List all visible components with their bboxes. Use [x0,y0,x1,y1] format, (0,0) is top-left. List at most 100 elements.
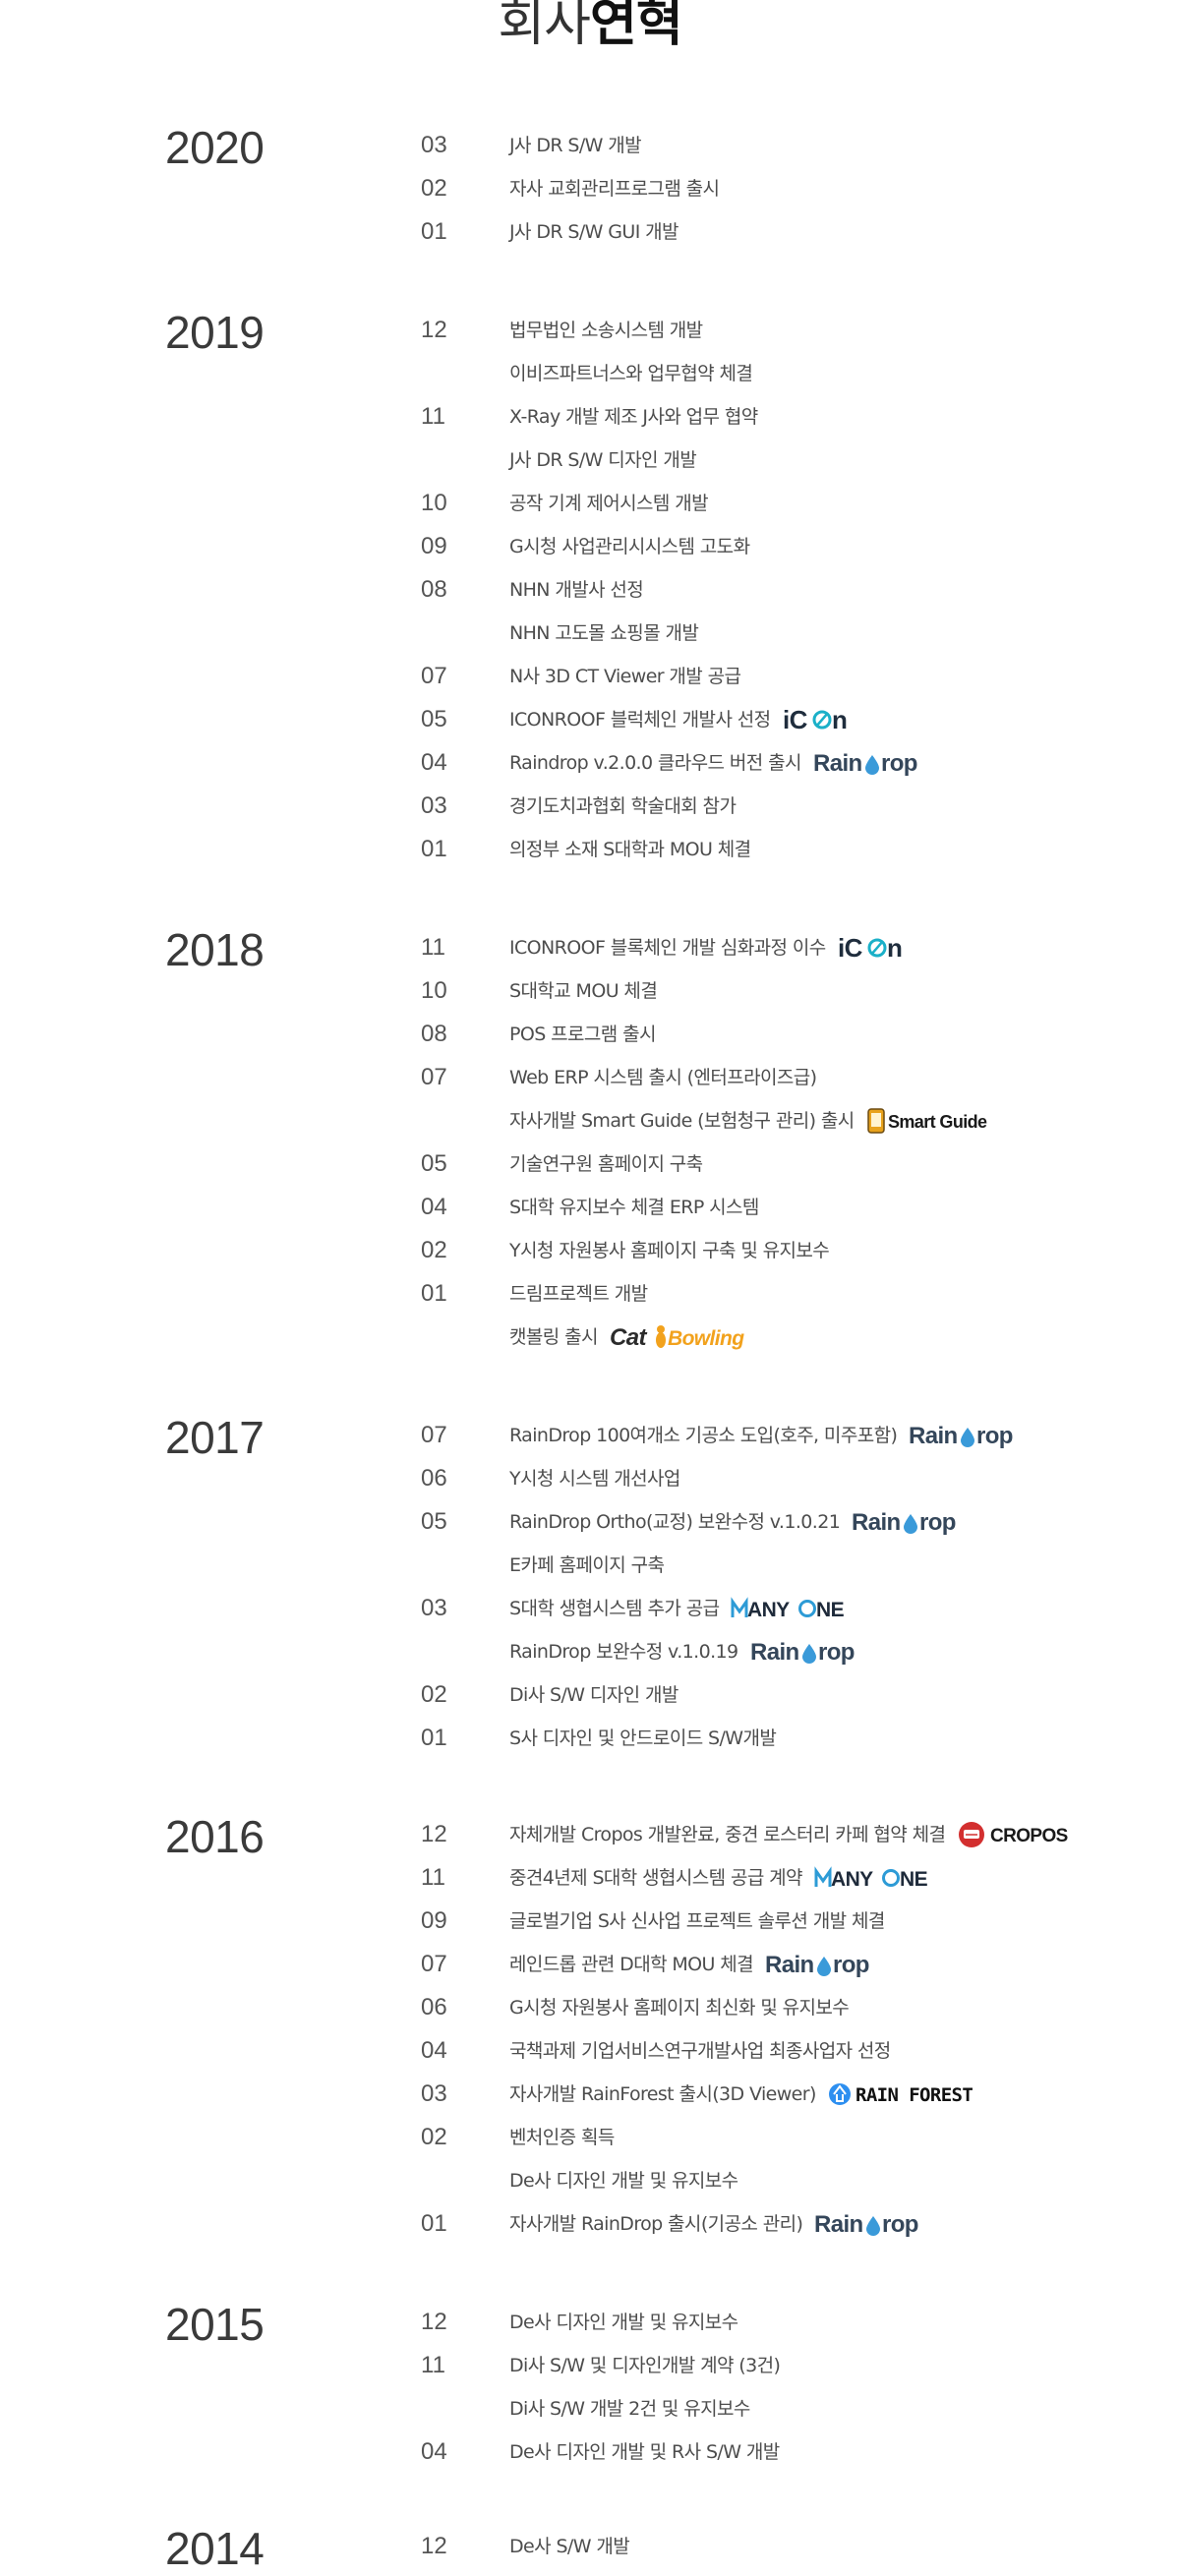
entry-text: 레인드롭 관련 D대학 MOU 체결 [509,1954,754,1975]
svg-text:Rain: Rain [852,1509,901,1536]
history-entry: 07 Web ERP 시스템 출시 (엔터프라이즈급) [0,1056,1180,1099]
entry-month: 03 [421,132,447,158]
entry-item: J사 DR S/W 개발 [509,124,642,167]
history-entry: 11 ICONROOF 블록체인 개발 심화과정 이수 iC n [0,926,1180,969]
history-entry: 04 De사 디자인 개발 및 R사 S/W 개발 [0,2430,1180,2474]
entry-item: RainDrop 보완수정 v.1.0.19 Rain rop [509,1630,860,1673]
entry-month: 08 [421,1021,447,1047]
history-entry: 08 NHN 개발사 선정 [0,568,1180,612]
entry-text: RainDrop 100여개소 기공소 도입(호주, 미주포함) [509,1425,898,1446]
entry-item: G시청 자원봉사 홈페이지 최신화 및 유지보수 [509,1986,850,2029]
history-entry: 12 De사 디자인 개발 및 유지보수 [0,2301,1180,2344]
entry-item: ICONROOF 블록체인 개발 심화과정 이수 iC n [509,926,903,969]
raindrop-logo-icon: Rain rop [909,1414,1019,1457]
entry-item: De사 디자인 개발 및 유지보수 [509,2301,738,2344]
entry-month: 03 [421,2080,447,2107]
entry-item: G시청 사업관리시시스템 고도화 [509,525,750,568]
history-entry: 11 중견4년제 S대학 생협시스템 공급 계약 ANY NE [0,1856,1180,1900]
entry-text: S대학 생협시스템 추가 공급 [509,1598,720,1619]
entry-text: X-Ray 개발 제조 J사와 업무 협약 [509,406,758,428]
entry-item: N사 3D CT Viewer 개발 공급 [509,655,741,698]
entry-text: 자사개발 RainDrop 출시(기공소 관리) [509,2213,803,2235]
entry-item: 의정부 소재 S대학과 MOU 체결 [509,828,751,871]
entry-item: S대학교 MOU 체결 [509,969,658,1013]
history-entry: 02 Y시청 자원봉사 홈페이지 구축 및 유지보수 [0,1229,1180,1272]
entry-item: 국책과제 기업서비스연구개발사업 최종사업자 선정 [509,2029,891,2073]
raindrop-logo-icon: Rain rop [814,2202,924,2246]
svg-text:rop: rop [881,750,917,777]
entry-month: 04 [421,1194,447,1220]
entry-month: 01 [421,218,447,245]
entry-month: 07 [421,663,447,689]
history-entry: 04 Raindrop v.2.0.0 클라우드 버전 출시 Rain rop [0,741,1180,785]
entry-month: 03 [421,1595,447,1621]
smartguide-logo-icon: Smart Guide [866,1099,1016,1142]
history-entry: 12 자체개발 Cropos 개발완료, 중견 로스터리 카페 협약 체결 CROP… [0,1813,1180,1856]
entry-month: 01 [421,1280,447,1307]
entry-item: 경기도치과협회 학술대회 참가 [509,785,737,828]
entry-item: Di사 S/W 개발 2건 및 유지보수 [509,2387,750,2430]
entry-text: 드림프로젝트 개발 [509,1283,648,1305]
history-entry: 12 De사 S/W 개발 [0,2525,1180,2568]
entry-month: 12 [421,2309,447,2335]
svg-text:Rain: Rain [814,2211,863,2238]
entry-month: 05 [421,1150,447,1177]
history-entry: 07 N사 3D CT Viewer 개발 공급 [0,655,1180,698]
entry-item: De사 디자인 개발 및 R사 S/W 개발 [509,2430,780,2474]
entry-text: Di사 S/W 개발 2건 및 유지보수 [509,2398,750,2420]
entry-item: S대학 유지보수 체결 ERP 시스템 [509,1186,759,1229]
svg-text:ANY: ANY [831,1868,873,1891]
entry-text: J사 DR S/W GUI 개발 [509,221,679,243]
entry-text: De사 디자인 개발 및 유지보수 [509,2170,738,2192]
svg-text:rop: rop [818,1639,855,1666]
svg-text:iC: iC [783,705,808,734]
entry-month: 04 [421,2438,447,2465]
entry-item: POS 프로그램 출시 [509,1013,656,1056]
history-entry: 04 S대학 유지보수 체결 ERP 시스템 [0,1186,1180,1229]
entry-item: S대학 생협시스템 추가 공급 ANY NE [509,1587,853,1630]
entry-month: 07 [421,1951,447,1977]
entry-month: 11 [421,1864,445,1891]
raindrop-logo-icon: Rain rop [750,1630,860,1673]
entry-text: RainDrop Ortho(교정) 보완수정 v.1.0.21 [509,1511,841,1533]
entry-text: Y시청 시스템 개선사업 [509,1468,680,1490]
history-entry: 09 G시청 사업관리시시스템 고도화 [0,525,1180,568]
svg-text:Bowling: Bowling [668,1327,744,1350]
history-entry: 10 S대학교 MOU 체결 [0,969,1180,1013]
entry-item: RainDrop Ortho(교정) 보완수정 v.1.0.21 Rain rop [509,1500,962,1544]
entry-month: 08 [421,576,447,603]
entry-month: 10 [421,490,447,516]
svg-text:rop: rop [919,1509,956,1536]
raindrop-logo-icon: Rain rop [813,741,923,785]
history-entry: 01 드림프로젝트 개발 [0,1272,1180,1316]
entry-item: 자체개발 Cropos 개발완료, 중견 로스터리 카페 협약 체결 CROPOS [509,1813,1083,1856]
entry-month: 01 [421,2210,447,2237]
history-entry: 01 자사개발 RainDrop 출시(기공소 관리) Rain rop [0,2202,1180,2246]
svg-text:Rain: Rain [909,1423,958,1449]
entry-text: Y시청 자원봉사 홈페이지 구축 및 유지보수 [509,1240,830,1261]
entry-item: X-Ray 개발 제조 J사와 업무 협약 [509,395,758,439]
entry-item: Web ERP 시스템 출시 (엔터프라이즈급) [509,1056,817,1099]
entry-text: 의정부 소재 S대학과 MOU 체결 [509,839,751,860]
entry-item: RainDrop 100여개소 기공소 도입(호주, 미주포함) Rain rop [509,1414,1019,1457]
history-entry: E카페 홈페이지 구축 [0,1544,1180,1587]
entry-text: Raindrop v.2.0.0 클라우드 버전 출시 [509,752,801,774]
svg-text:ANY: ANY [747,1599,790,1621]
entry-month: 02 [421,2124,447,2150]
entry-item: 법무법인 소송시스템 개발 [509,309,703,352]
history-entry: 01 의정부 소재 S대학과 MOU 체결 [0,828,1180,871]
history-entry: 08 POS 프로그램 출시 [0,1013,1180,1056]
history-entry: 12 법무법인 소송시스템 개발 [0,309,1180,352]
history-entry: 캣볼링 출시 Cat Bowling [0,1316,1180,1359]
entry-item: Y시청 시스템 개선사업 [509,1457,680,1500]
raindrop-logo-icon: Rain rop [852,1500,962,1544]
entry-month: 12 [421,1821,447,1847]
history-entry: 자사개발 Smart Guide (보험청구 관리) 출시 Smart Guide [0,1099,1180,1142]
entry-item: 기술연구원 홈페이지 구축 [509,1142,703,1186]
svg-text:Cat: Cat [610,1324,647,1351]
svg-text:RAIN FOREST: RAIN FOREST [856,2084,973,2106]
entry-item: 레인드롭 관련 D대학 MOU 체결 Rain rop [509,1943,875,1986]
history-entry: 01 S사 디자인 및 안드로이드 S/W개발 [0,1717,1180,1760]
svg-text:rop: rop [833,1952,869,1978]
entry-text: ICONROOF 블록체인 개발 심화과정 이수 [509,937,826,959]
